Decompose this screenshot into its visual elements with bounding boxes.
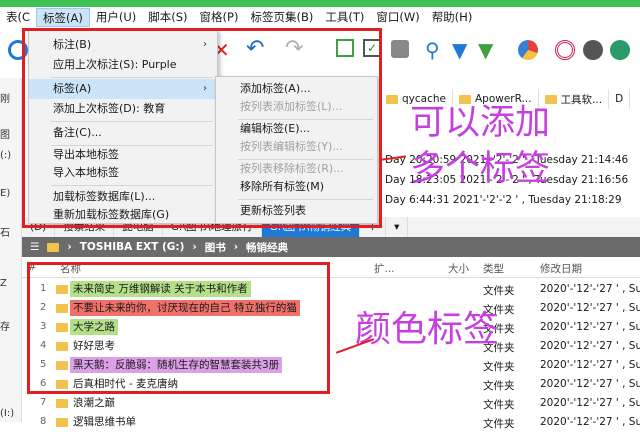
breadcrumb: ☰ › TOSHIBA EXT (G:) › 图书 › 畅销经典 bbox=[22, 237, 640, 257]
tab-label: 工具软... bbox=[560, 93, 603, 106]
chevron-right-icon: › bbox=[233, 241, 239, 253]
file-type: 文件夹 bbox=[483, 418, 515, 430]
menu-item-tabsets[interactable]: 标签页集(B) bbox=[244, 8, 319, 27]
menu-item-user[interactable]: 用户(U) bbox=[90, 8, 142, 27]
callout-multiple-tags: 可以添加 多个标签 bbox=[410, 100, 550, 192]
hamburger-icon[interactable]: ☰ bbox=[30, 241, 39, 253]
file-date: 2020'-'12'-'27 ' , Sund bbox=[540, 283, 640, 295]
highlight-box-colors bbox=[27, 262, 330, 394]
menu-item-help[interactable]: 帮助(H) bbox=[426, 8, 479, 27]
row-number: 7 bbox=[40, 397, 47, 408]
folder-icon bbox=[47, 242, 60, 252]
tree-label[interactable]: 石 bbox=[0, 224, 10, 239]
menu-item-window[interactable]: 窗口(W) bbox=[370, 8, 425, 27]
file-date: 2020'-'12'-'27 ' , Sund bbox=[540, 416, 640, 428]
table-row[interactable]: 7 浪潮之巅 文件夹 2020'-'12'-'27 ' , Sund bbox=[22, 394, 640, 413]
circle-green-icon[interactable] bbox=[610, 40, 630, 60]
bag-icon[interactable] bbox=[391, 40, 409, 58]
folder-icon bbox=[56, 399, 68, 408]
tree-label[interactable]: 刚 bbox=[0, 90, 10, 105]
breadcrumb-bestsellers[interactable]: 畅销经典 bbox=[246, 240, 288, 255]
chevron-right-icon: › bbox=[192, 241, 197, 253]
menu-bar: 表(C 标签(A) 用户(U) 脚本(S) 窗格(P) 标签页集(B) 工具(T… bbox=[0, 7, 640, 28]
tab-list-button[interactable]: ▾ bbox=[386, 217, 409, 237]
tree-label[interactable]: E) bbox=[0, 188, 10, 199]
left-tree: 刚 图 (:) E) 石 Z 存 (I:) bbox=[0, 78, 22, 422]
tree-label[interactable]: 图 bbox=[0, 126, 10, 141]
filter-icon[interactable]: ▼ bbox=[452, 38, 467, 62]
title-bar-strip bbox=[0, 0, 640, 7]
tree-label[interactable]: Z bbox=[0, 278, 7, 289]
menu-item-tags[interactable]: 标签(A) bbox=[36, 8, 90, 27]
file-date: 2020'-'12'-'27 ' , Sund bbox=[540, 378, 640, 390]
col-ext[interactable]: 扩... bbox=[374, 261, 395, 276]
folder-icon bbox=[56, 418, 68, 427]
file-type: 文件夹 bbox=[483, 380, 515, 392]
file-name[interactable]: 浪潮之巅 bbox=[70, 395, 118, 411]
pie-chart-icon[interactable] bbox=[518, 40, 538, 60]
tab-label: D bbox=[615, 93, 624, 105]
file-type: 文件夹 bbox=[483, 285, 515, 297]
col-type[interactable]: 类型 bbox=[483, 261, 504, 276]
callout-color-tags: 颜色标签 bbox=[355, 309, 500, 350]
file-date: 2020'-'12'-'27 ' , Sund bbox=[540, 397, 640, 409]
file-type: 文件夹 bbox=[483, 361, 515, 373]
tab-upper[interactable]: D bbox=[609, 89, 631, 109]
highlight-box-menu bbox=[22, 28, 382, 228]
file-name[interactable]: 逻辑思维书单 bbox=[70, 414, 139, 430]
col-date[interactable]: 修改日期 bbox=[540, 261, 582, 276]
circle-dark-icon[interactable] bbox=[583, 40, 603, 60]
file-date: 2020'-'12'-'27 ' , Sund bbox=[540, 302, 640, 314]
spiral-icon[interactable] bbox=[555, 40, 575, 60]
file-date: 2020'-'12'-'27 ' , Sund bbox=[540, 340, 640, 352]
chevron-right-icon: › bbox=[67, 241, 72, 253]
tree-label[interactable]: (:) bbox=[0, 150, 11, 161]
table-row[interactable]: 8逻辑思维书单文件夹2020'-'12'-'27 ' , Sund bbox=[22, 413, 640, 432]
file-date: 2020'-'12'-'27 ' , Sund bbox=[540, 321, 640, 333]
tree-label[interactable]: (I:) bbox=[0, 408, 14, 419]
callout-line: 可以添加 多个标签 bbox=[410, 103, 551, 189]
folder-icon bbox=[386, 94, 398, 104]
search-icon[interactable]: ⚲ bbox=[425, 38, 440, 62]
tree-label[interactable]: 存 bbox=[0, 318, 10, 333]
date-row: Day 6:44:31 2021'-'2'-'2 ' , Tuesday 21:… bbox=[385, 194, 622, 206]
menu-item-pane[interactable]: 窗格(P) bbox=[194, 8, 245, 27]
menu-item-tools[interactable]: 工具(T) bbox=[319, 8, 370, 27]
filter-green-icon[interactable]: ▼ bbox=[478, 38, 493, 62]
breadcrumb-books[interactable]: 图书 bbox=[205, 240, 226, 255]
file-type: 文件夹 bbox=[483, 399, 515, 411]
file-date: 2020'-'12'-'27 ' , Sund bbox=[540, 359, 640, 371]
menu-item-script[interactable]: 脚本(S) bbox=[142, 8, 193, 27]
col-size[interactable]: 大小 bbox=[448, 261, 469, 276]
breadcrumb-drive[interactable]: TOSHIBA EXT (G:) bbox=[80, 241, 185, 253]
menu-item-left[interactable]: 表(C bbox=[0, 8, 36, 27]
